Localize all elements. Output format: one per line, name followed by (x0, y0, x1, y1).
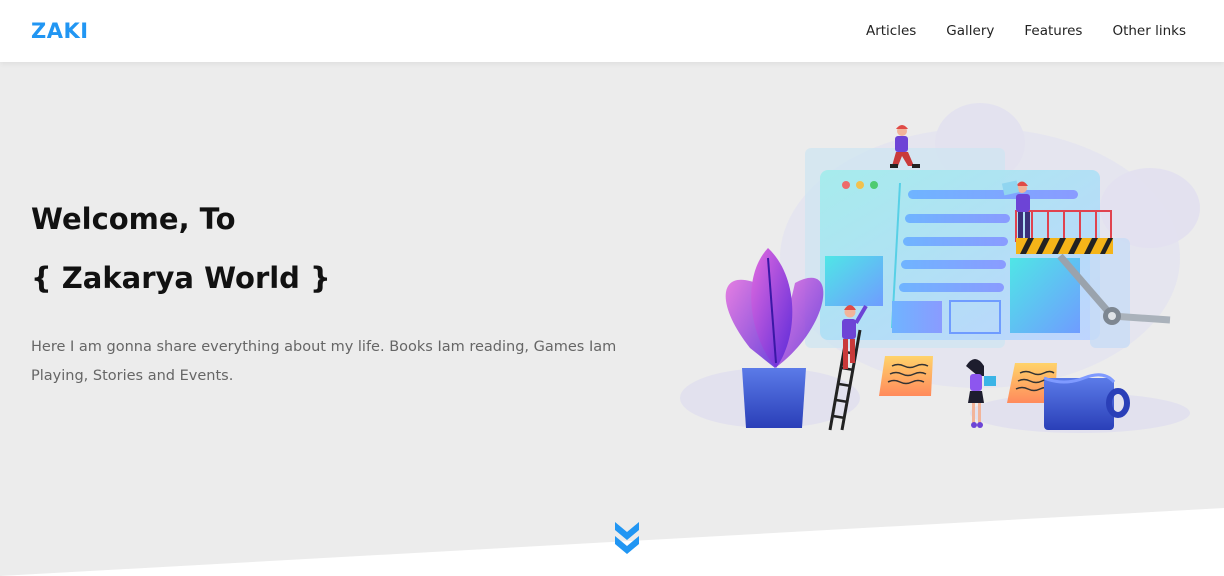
main-nav: Articles Gallery Features Other links (836, 23, 1186, 39)
nav-link-articles[interactable]: Articles (866, 23, 916, 39)
nav-link-gallery[interactable]: Gallery (946, 23, 994, 39)
site-logo[interactable]: ZAKI (31, 19, 89, 43)
hero-description: Here I am gonna share everything about m… (31, 339, 617, 384)
nav-link-features[interactable]: Features (1024, 23, 1082, 39)
hero-section: Welcome, To { Zakarya World } Here I am … (31, 205, 641, 391)
site-header: ZAKI Articles Gallery Features Other lin… (0, 0, 1224, 62)
double-chevron-down-icon[interactable] (612, 518, 642, 556)
hero-title-line-1: Welcome, To (31, 202, 236, 236)
hero-title-line-2: { Zakarya World } (31, 261, 331, 295)
web-construction-illustration (680, 103, 1200, 433)
nav-link-other-links[interactable]: Other links (1112, 23, 1186, 39)
